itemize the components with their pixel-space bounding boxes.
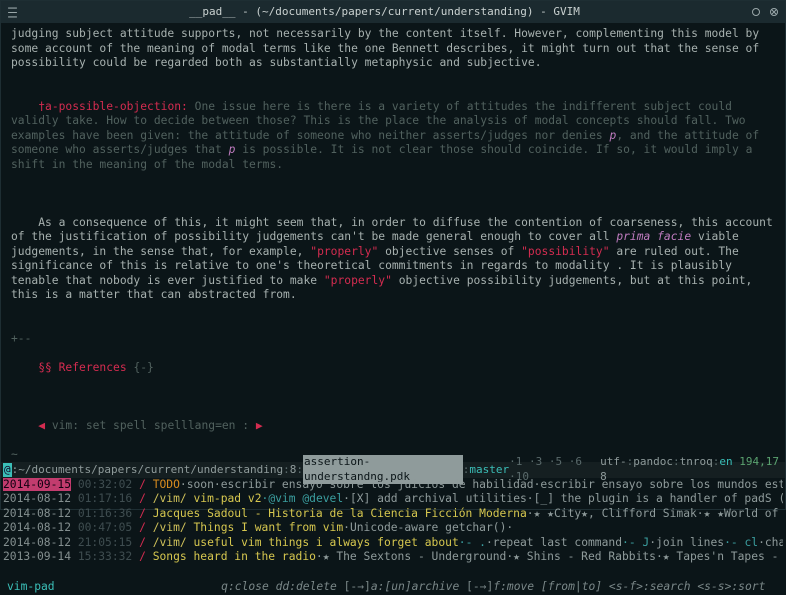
fold-marker[interactable]: +-- [11,332,775,347]
list-item[interactable]: 2014-08-12 00:47:05 / /vim/ Things I wan… [3,521,783,536]
close-icon[interactable] [769,7,779,17]
objection-tag: †a-possible-objection: [38,100,188,113]
mode-label: vim-pad [7,580,55,595]
triangle-left-icon: ◀ [38,419,45,432]
paragraph: judging subject attitude supports, not n… [11,27,775,71]
section-heading: §§ References {-} [11,346,775,390]
list-item[interactable]: 2014-08-12 21:05:15 / /vim/ useful vim t… [3,536,783,551]
objection-block: †a-possible-objection: One issue here is… [11,85,775,187]
statusline: @ :~/documents/papers/current/understand… [1,462,785,478]
window-title: __pad__ - (~/documents/papers/current/un… [18,5,751,20]
titlebar: __pad__ - (~/documents/papers/current/un… [1,1,785,23]
pad-list[interactable]: 2014-09-15 00:32:02 / TODO·soon·escribir… [1,478,785,565]
editor-pane[interactable]: judging subject attitude supports, not n… [1,23,785,448]
list-item[interactable]: 2013-09-14 15:33:32 / Songs heard in the… [3,550,783,565]
paragraph: As a consequence of this, it might seem … [11,201,775,317]
window-menu-icon[interactable] [7,7,18,18]
status-branch: master [469,463,509,478]
modeline: ◀ vim: set spell spelllang=en : ▶ [11,404,775,448]
status-path: :~/documents/papers/current/understandin… [12,463,284,478]
list-item[interactable]: 2014-08-12 01:16:36 / Jacques Sadoul - H… [3,507,783,522]
triangle-right-icon: ▶ [256,419,263,432]
command-bar: vim-pad q:close dd:delete [-→]a:[un]arch… [1,579,785,595]
list-item[interactable]: 2014-09-15 00:32:02 / TODO·soon·escribir… [3,478,783,493]
list-item[interactable]: 2014-08-12 01:17:16 / /vim/ vim-pad v2·@… [3,492,783,507]
status-at: @ [3,463,12,478]
minimize-icon[interactable] [751,7,761,17]
